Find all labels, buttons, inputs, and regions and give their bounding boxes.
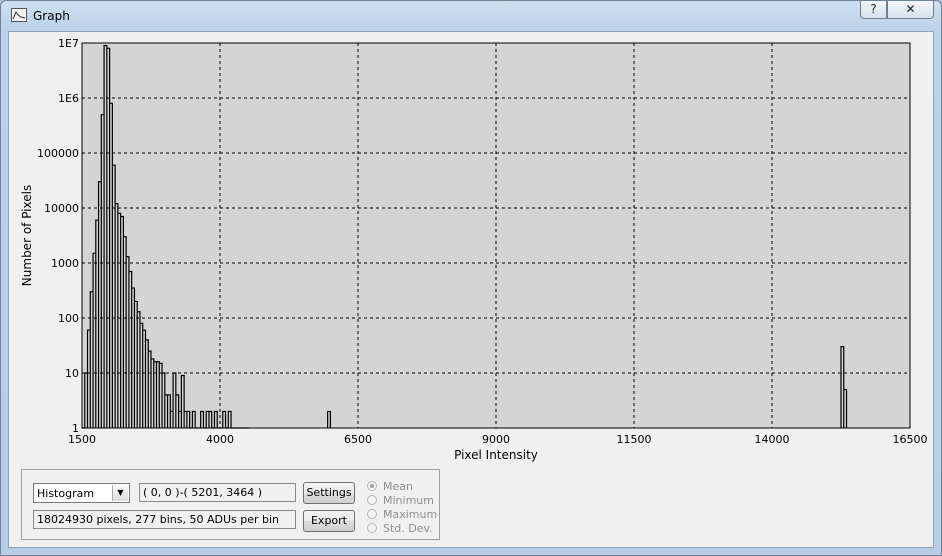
- y-tick-label: 1E6: [58, 92, 79, 105]
- stat-radio-std-dev-label: Std. Dev.: [383, 522, 433, 535]
- export-button[interactable]: Export: [303, 510, 355, 532]
- plot-type-select[interactable]: Histogram ▼: [33, 483, 130, 503]
- x-tick-label: 4000: [206, 433, 234, 446]
- plot-type-value: Histogram: [37, 487, 95, 500]
- y-axis-label: Number of Pixels: [20, 185, 34, 286]
- x-tick-label: 14000: [755, 433, 790, 446]
- roi-field: ( 0, 0 )-( 5201, 3464 ): [139, 483, 296, 502]
- histogram-chart: 1500 4000 6500 9000 11500 14000 16500110100100…: [20, 37, 928, 462]
- graph-window: Graph ? ✕ 1500 4000 6500 9000 11500 14000 1650…: [0, 0, 942, 556]
- y-tick-label: 1000: [51, 257, 79, 270]
- settings-button[interactable]: Settings: [303, 482, 355, 504]
- window-title: Graph: [33, 9, 70, 23]
- histogram-info-field: 18024930 pixels, 277 bins, 50 ADUs per b…: [33, 510, 296, 529]
- x-tick-label: 6500: [344, 433, 372, 446]
- stat-radio-minimum-label: Minimum: [383, 494, 434, 507]
- graph-controls-panel: Histogram ▼ ( 0, 0 )-( 5201, 3464 ) 1802…: [21, 469, 440, 540]
- y-tick-label: 1: [72, 422, 79, 435]
- graph-client-area: 1500 4000 6500 9000 11500 14000 16500 1 10 100 100…: [8, 31, 934, 548]
- graph-window-icon: [11, 8, 27, 22]
- x-axis-label: Pixel Intensity: [454, 448, 538, 462]
- y-tick-label: 1E7: [58, 37, 79, 50]
- x-tick-label: 9000: [482, 433, 510, 446]
- stat-radio-mean-label: Mean: [383, 480, 413, 493]
- help-button[interactable]: ?: [860, 1, 887, 19]
- y-tick-label: 100000: [37, 147, 79, 160]
- radio-selected-icon: [367, 481, 377, 491]
- y-tick-label: 100: [58, 312, 79, 325]
- title-bar[interactable]: Graph ? ✕: [1, 1, 941, 31]
- radio-unselected-icon: [367, 495, 377, 505]
- radio-unselected-icon: [367, 509, 377, 519]
- y-tick-label: 10: [65, 367, 79, 380]
- radio-unselected-icon: [367, 523, 377, 533]
- close-button[interactable]: ✕: [887, 1, 934, 19]
- stat-radio-maximum-label: Maximum: [383, 508, 438, 521]
- x-tick-label: 11500: [617, 433, 652, 446]
- y-tick-label: 10000: [44, 202, 79, 215]
- chevron-down-icon[interactable]: ▼: [112, 485, 128, 501]
- x-tick-label: 16500: [893, 433, 928, 446]
